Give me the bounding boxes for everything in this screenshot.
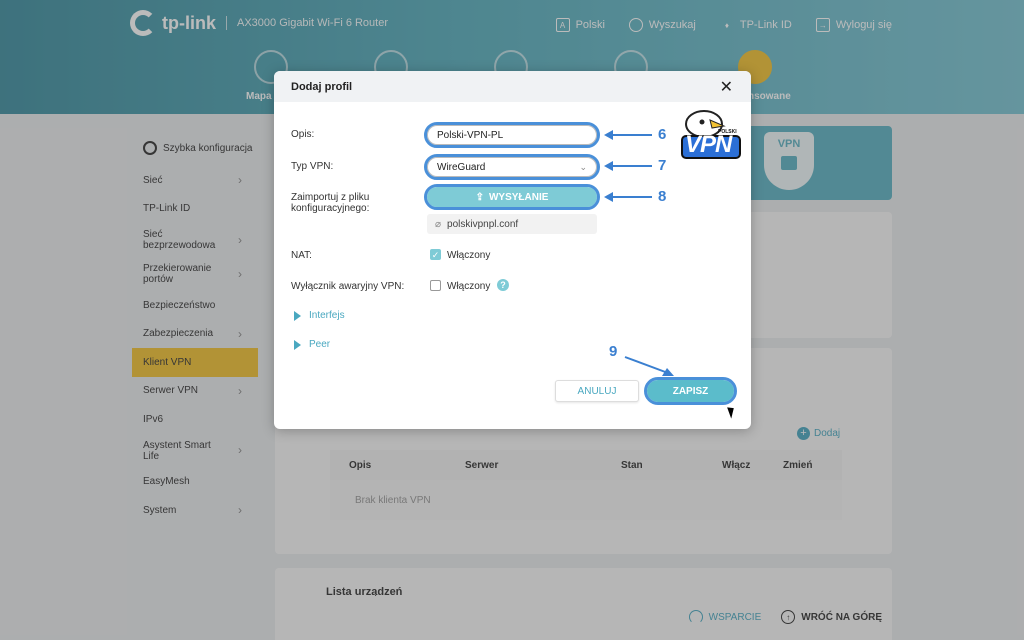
upload-icon: ⇪ (475, 191, 484, 203)
annotation-arrow-8 (610, 196, 652, 198)
expand-triangle-icon (294, 310, 301, 321)
upload-button[interactable]: ⇪ WYSYŁANIE (424, 184, 600, 210)
annotation-arrow-6 (610, 134, 652, 136)
help-icon[interactable]: ? (497, 279, 509, 291)
logo-polski-text: POLSKI (718, 129, 737, 135)
logo-vpn-text: VPN (685, 131, 732, 158)
dialog-header: Dodaj profil ✕ (274, 71, 751, 102)
annotation-number-9: 9 (609, 343, 618, 360)
close-icon[interactable]: ✕ (720, 77, 733, 97)
paperclip-icon: ⌀ (435, 218, 442, 230)
description-input[interactable]: Polski-VPN-PL (424, 122, 600, 148)
save-button[interactable]: ZAPISZ (644, 377, 737, 405)
import-label: Zaimportuj z pliku konfiguracyjnego: (291, 192, 370, 214)
expand-triangle-icon (294, 339, 301, 350)
vpn-type-label: Typ VPN: (291, 161, 334, 172)
uploaded-file: ⌀ polskivpnpl.conf (427, 214, 597, 234)
annotation-arrow-9 (624, 356, 674, 376)
dialog-title: Dodaj profil (291, 80, 353, 93)
annotation-number-8: 8 (658, 188, 667, 205)
nat-checkbox-label: Włączony (447, 250, 491, 261)
annotation-arrow-7 (610, 165, 652, 167)
accordion-interface[interactable]: Interfejs (294, 310, 345, 321)
nat-checkbox[interactable]: ✓ (430, 249, 441, 260)
description-label: Opis: (291, 129, 315, 140)
nat-label: NAT: (291, 250, 312, 261)
kill-switch-label: Wyłącznik awaryjny VPN: (291, 281, 405, 292)
kill-switch-checkbox-label: Włączony (447, 281, 491, 292)
annotation-number-6: 6 (658, 126, 667, 143)
cancel-button[interactable]: ANULUJ (555, 380, 639, 402)
kill-switch-checkbox[interactable] (430, 280, 441, 291)
accordion-peer[interactable]: Peer (294, 339, 330, 350)
vpn-type-select[interactable]: WireGuard ⌄ (424, 154, 600, 180)
chevron-down-icon: ⌄ (579, 161, 587, 172)
annotation-number-7: 7 (658, 157, 667, 174)
